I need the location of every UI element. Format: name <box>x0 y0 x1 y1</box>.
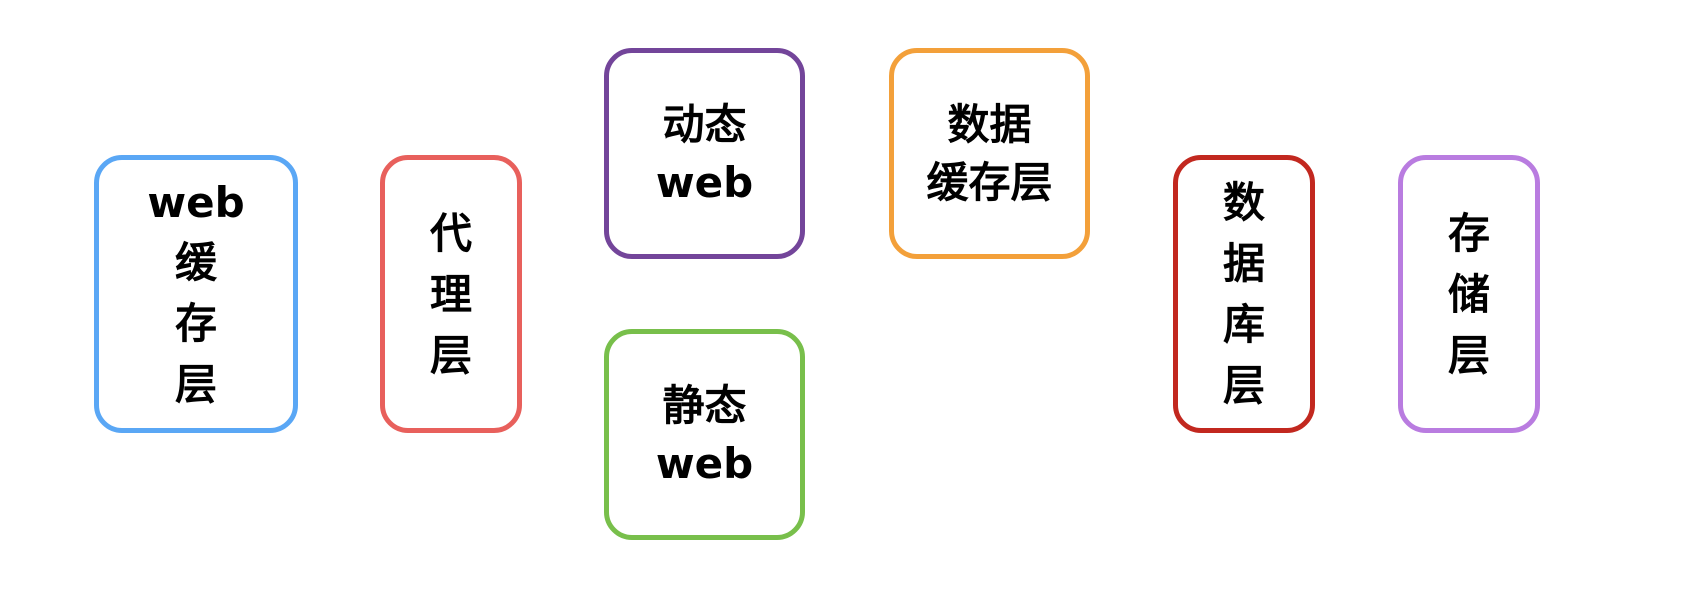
proxy-label-line-2: 理 <box>429 269 472 319</box>
storage-label-line-2: 储 <box>1447 269 1490 319</box>
proxy-label-line-1: 代 <box>429 208 472 258</box>
storage-layer-box: 存 储 层 <box>1398 155 1540 433</box>
database-label-line-3: 库 <box>1222 300 1265 349</box>
storage-label-line-1: 存 <box>1447 208 1490 258</box>
database-label-line-4: 层 <box>1222 361 1265 410</box>
proxy-layer-box: 代 理 层 <box>380 155 522 433</box>
static-web-label-line-2: web <box>655 438 754 488</box>
dynamic-web-box: 动态 web <box>604 48 805 259</box>
data-cache-layer-box: 数据 缓存层 <box>889 48 1090 259</box>
data-cache-label-line-1: 数据 <box>947 99 1032 149</box>
data-cache-label-line-2: 缓存层 <box>926 157 1053 207</box>
dynamic-web-label-line-2: web <box>655 157 754 207</box>
architecture-diagram: web 缓 存 层 代 理 层 动态 web 静态 web 数据 缓存层 数 据… <box>0 0 1696 598</box>
storage-label-line-3: 层 <box>1447 330 1490 380</box>
web-cache-label-line-3: 存 <box>174 298 217 348</box>
static-web-label-line-1: 静态 <box>662 380 747 430</box>
dynamic-web-label-line-1: 动态 <box>662 99 747 149</box>
web-cache-label-line-4: 层 <box>174 359 217 409</box>
web-cache-label-line-2: 缓 <box>174 237 217 287</box>
web-cache-layer-box: web 缓 存 层 <box>94 155 298 433</box>
database-layer-box: 数 据 库 层 <box>1173 155 1315 433</box>
static-web-box: 静态 web <box>604 329 805 540</box>
proxy-label-line-3: 层 <box>429 330 472 380</box>
database-label-line-2: 据 <box>1222 239 1265 288</box>
database-label-line-1: 数 <box>1222 178 1265 227</box>
web-cache-label-line-1: web <box>147 177 245 227</box>
